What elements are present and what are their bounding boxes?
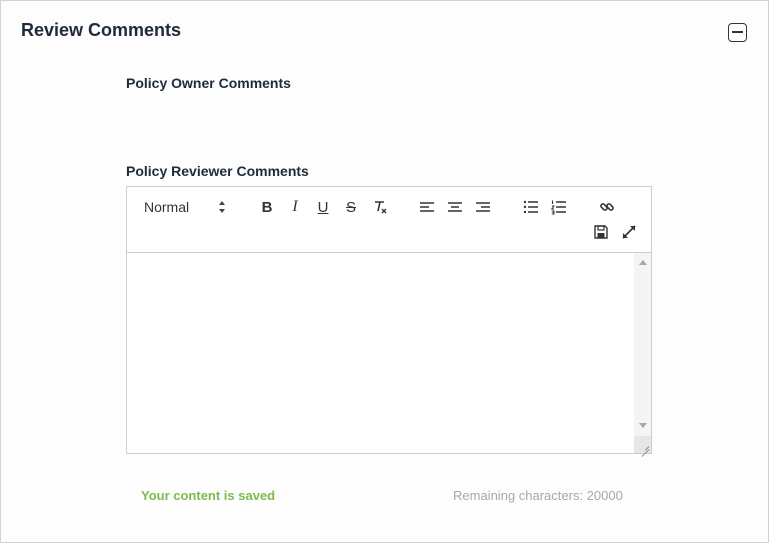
select-arrows-icon: [219, 201, 225, 213]
strikethrough-icon[interactable]: S: [342, 198, 360, 216]
remaining-characters: Remaining characters: 20000: [453, 488, 623, 503]
numbered-list-icon[interactable]: [550, 198, 568, 216]
bold-icon[interactable]: B: [258, 198, 276, 216]
link-icon[interactable]: [598, 198, 616, 216]
policy-reviewer-comments-label: Policy Reviewer Comments: [126, 163, 309, 179]
panel-title: Review Comments: [21, 20, 182, 40]
editor-scrollbar[interactable]: [634, 253, 651, 453]
clear-format-icon[interactable]: [371, 198, 389, 216]
underline-icon[interactable]: U: [314, 198, 332, 216]
policy-owner-comments-label: Policy Owner Comments: [126, 75, 291, 91]
rich-text-editor: Normal B I U S: [126, 186, 652, 454]
align-center-icon[interactable]: [446, 198, 464, 216]
italic-icon[interactable]: I: [286, 198, 304, 216]
resize-handle-icon[interactable]: [634, 436, 651, 453]
content-saved-status: Your content is saved: [141, 488, 276, 503]
format-select-value: Normal: [144, 199, 190, 215]
scroll-up-arrow-icon[interactable]: [639, 260, 647, 265]
editor-toolbar: Normal B I U S: [127, 187, 651, 253]
format-select[interactable]: Normal: [144, 199, 230, 217]
save-icon[interactable]: [592, 223, 610, 241]
bullet-list-icon[interactable]: [522, 198, 540, 216]
align-right-icon[interactable]: [474, 198, 492, 216]
minus-square-icon[interactable]: [728, 23, 747, 42]
expand-icon[interactable]: [620, 223, 638, 241]
scroll-down-arrow-icon[interactable]: [639, 423, 647, 428]
review-comments-panel: Review Comments Policy Owner Comments Po…: [0, 0, 769, 543]
align-left-icon[interactable]: [418, 198, 436, 216]
editor-content-area[interactable]: [127, 253, 651, 453]
